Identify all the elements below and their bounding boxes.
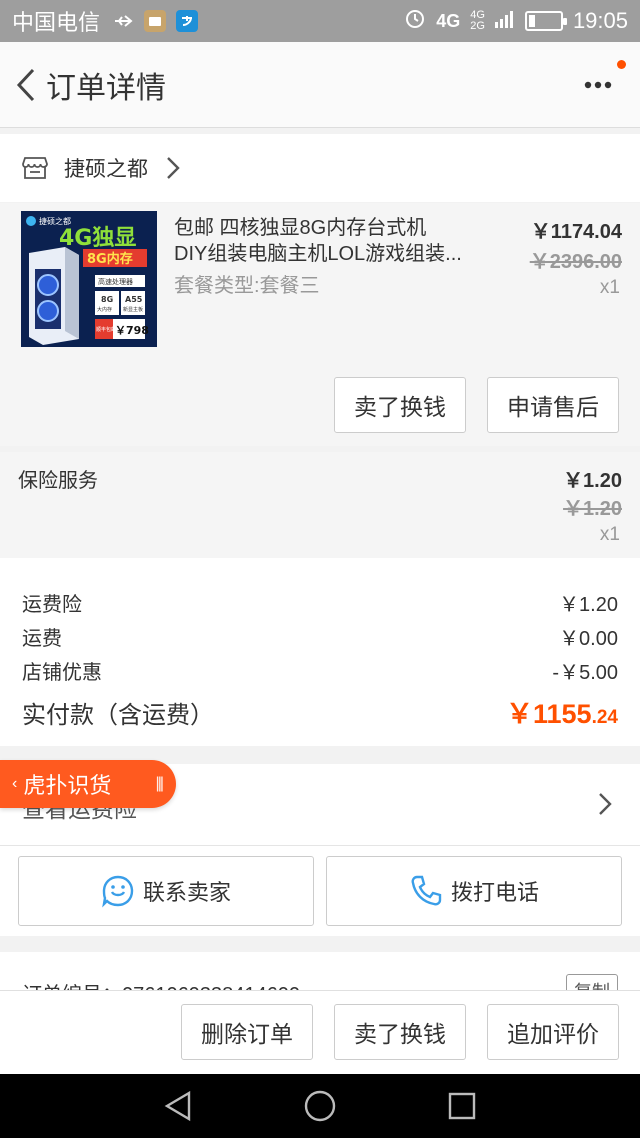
- shipping-insurance-fee-row: 运费险 ￥1.20: [22, 588, 618, 617]
- notification-dot: [617, 60, 626, 69]
- product-quantity: x1: [599, 277, 620, 298]
- order-info-section: 订单编号：0761069338414600 复制: [0, 952, 640, 992]
- hupu-shihuo-floating-badge[interactable]: ‹ 虎扑识货 |||: [0, 760, 176, 808]
- nav-header: 订单详情: [0, 42, 640, 128]
- shipping-fee-row: 运费 ￥0.00: [22, 622, 618, 651]
- contact-section: 联系卖家 拨打电话: [0, 846, 640, 936]
- image-spec-8g-sub: 大内存: [97, 306, 112, 313]
- battery-icon: [524, 11, 567, 31]
- product-original-price: ￥2396.00: [529, 251, 622, 273]
- back-arrow-icon: [16, 68, 35, 101]
- shop-discount-value: -￥5.00: [552, 662, 618, 684]
- product-price: ￥1174.04: [530, 221, 622, 243]
- fee-summary: 运费险 ￥1.20 运费 ￥0.00 店铺优惠 -￥5.00 实付款（含运费） …: [0, 558, 640, 746]
- insurance-service-price: ￥1.20: [563, 470, 622, 492]
- shop-row[interactable]: 捷硕之都: [0, 134, 640, 202]
- image-sub-text: 8G内存: [87, 251, 133, 267]
- call-phone-label: 拨打电话: [450, 880, 539, 905]
- contact-seller-label: 联系卖家: [142, 880, 231, 905]
- network-type: 4G: [436, 10, 461, 31]
- product-item[interactable]: 捷硕之都 4G独显 8G内存 高速处理器 8G 大内存 A55 新显主板 顺丰包…: [0, 203, 640, 446]
- total-paid-cents: .24: [591, 707, 618, 728]
- chevron-left-icon: ‹: [12, 775, 18, 792]
- chat-bubble-icon: [102, 875, 134, 908]
- shop-discount-row: 店铺优惠 -￥5.00: [22, 656, 618, 685]
- signal-icon: [494, 8, 515, 34]
- total-paid-main: ￥1155: [506, 699, 592, 729]
- shop-discount-label: 店铺优惠: [22, 662, 102, 684]
- total-paid-amount: ￥1155.24: [506, 692, 618, 731]
- image-spec-8g: 8G: [101, 295, 113, 304]
- bottom-action-bar: 删除订单 卖了换钱 追加评价: [0, 990, 640, 1074]
- image-price-text: ￥798: [115, 324, 149, 337]
- image-spec-a55: A55: [125, 295, 143, 304]
- insurance-service-label: 保险服务: [18, 470, 98, 492]
- contact-seller-button[interactable]: 联系卖家: [18, 856, 314, 926]
- sell-for-cash-button[interactable]: 卖了换钱: [334, 1004, 466, 1060]
- product-title-line1: 包邮 四核独显8G内存台式机: [174, 217, 427, 239]
- app-notification-icon: [144, 10, 167, 32]
- square-recents-icon: [448, 1092, 476, 1120]
- sell-item-button[interactable]: 卖了换钱: [334, 377, 466, 433]
- product-image[interactable]: 捷硕之都 4G独显 8G内存 高速处理器 8G 大内存 A55 新显主板 顺丰包…: [21, 211, 157, 347]
- insurance-service-row: 保险服务 ￥1.20 ￥1.20 x1: [0, 452, 640, 558]
- hupu-shihuo-label: 虎扑识货: [23, 773, 112, 798]
- shipping-fee-label: 运费: [22, 628, 62, 650]
- insurance-service-quantity: x1: [599, 524, 620, 545]
- chevron-right-icon: [167, 157, 180, 179]
- usb-icon: [112, 10, 134, 32]
- android-navigation-bar: [0, 1074, 640, 1138]
- store-icon: [22, 157, 48, 179]
- delete-order-button[interactable]: 删除订单: [181, 1004, 313, 1060]
- nav-recents-button[interactable]: [444, 1088, 480, 1124]
- network-type-secondary: 4G 2G: [470, 9, 485, 32]
- call-phone-button[interactable]: 拨打电话: [326, 856, 622, 926]
- back-button[interactable]: [6, 55, 46, 115]
- total-paid-label: 实付款（含运费）: [22, 702, 214, 729]
- drag-grip-icon[interactable]: |||: [156, 775, 165, 793]
- nav-back-button[interactable]: [160, 1088, 196, 1124]
- page-title: 订单详情: [46, 71, 166, 105]
- add-review-button[interactable]: 追加评价: [487, 1004, 619, 1060]
- shipping-insurance-fee-label: 运费险: [22, 594, 82, 616]
- chevron-right-icon: [599, 793, 612, 815]
- nav-home-button[interactable]: [302, 1088, 338, 1124]
- alarm-icon: [404, 7, 426, 35]
- alipay-notification-icon: [176, 10, 199, 32]
- total-paid-row: 实付款（含运费） ￥1155.24: [22, 692, 618, 731]
- carrier-name: 中国电信: [12, 10, 101, 35]
- clock: 19:05: [572, 8, 628, 33]
- more-dots-icon: [584, 81, 612, 89]
- product-title[interactable]: 包邮 四核独显8G内存台式机 DIY组装电脑主机LOL游戏组装...: [174, 215, 474, 267]
- shop-name: 捷硕之都: [64, 158, 148, 181]
- image-brand-text: 捷硕之都: [39, 216, 71, 226]
- insurance-service-original-price: ￥1.20: [563, 498, 622, 520]
- image-badge-text: 4G独显: [59, 226, 136, 251]
- after-sale-button[interactable]: 申请售后: [487, 377, 619, 433]
- product-sku: 套餐类型:套餐三: [174, 275, 320, 297]
- triangle-back-icon: [164, 1090, 191, 1122]
- shipping-fee-value: ￥0.00: [559, 628, 618, 650]
- product-title-line2: DIY组装电脑主机LOL游戏组装...: [174, 243, 462, 265]
- circle-home-icon: [304, 1090, 336, 1122]
- image-spec-a55-sub: 新显主板: [123, 306, 143, 313]
- more-options-button[interactable]: [582, 70, 614, 100]
- image-spec-text: 高速处理器: [98, 277, 133, 286]
- shipping-insurance-fee-value: ￥1.20: [559, 594, 618, 616]
- status-bar: 中国电信 4G 4G 2G 19:05: [0, 0, 640, 42]
- phone-icon: [411, 875, 442, 906]
